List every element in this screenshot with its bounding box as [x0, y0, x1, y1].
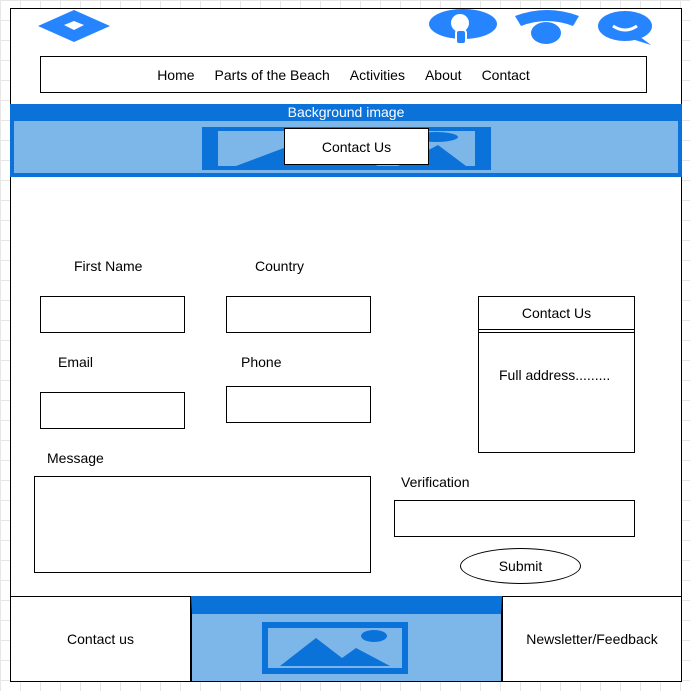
nav-item-home[interactable]: Home [157, 67, 194, 83]
message-label: Message [47, 450, 104, 466]
main-nav: Home Parts of the Beach Activities About… [40, 56, 647, 93]
nav-item-parts-of-the-beach[interactable]: Parts of the Beach [215, 67, 330, 83]
logo-icon[interactable] [34, 8, 114, 48]
location-icon[interactable] [428, 8, 498, 46]
nav-item-activities[interactable]: Activities [350, 67, 405, 83]
email-label: Email [58, 354, 94, 370]
phone-field[interactable] [226, 386, 371, 423]
phone-label: Phone [241, 354, 282, 370]
wifi-icon[interactable] [513, 8, 581, 46]
contact-card: Contact Us Full address......... [478, 296, 635, 453]
verification-field[interactable] [394, 500, 635, 537]
submit-button[interactable]: Submit [460, 548, 581, 584]
contact-card-title: Contact Us [479, 297, 634, 333]
chat-icon[interactable] [597, 10, 655, 46]
hero-contact-button[interactable]: Contact Us [284, 128, 429, 165]
message-field[interactable] [34, 476, 371, 573]
email-field[interactable] [40, 392, 185, 429]
verification-label: Verification [401, 474, 470, 490]
footer-image-inner [268, 628, 402, 668]
country-field[interactable] [226, 296, 371, 333]
contact-card-address: Full address......... [499, 367, 611, 383]
nav-item-about[interactable]: About [425, 67, 462, 83]
footer-newsletter-link[interactable]: Newsletter/Feedback [502, 596, 682, 682]
footer-contact-link[interactable]: Contact us [10, 596, 191, 682]
nav-item-contact[interactable]: Contact [482, 67, 530, 83]
country-label: Country [255, 258, 305, 274]
first-name-field[interactable] [40, 296, 185, 333]
hero-caption: Background image [10, 104, 682, 121]
first-name-label: First Name [74, 258, 143, 274]
